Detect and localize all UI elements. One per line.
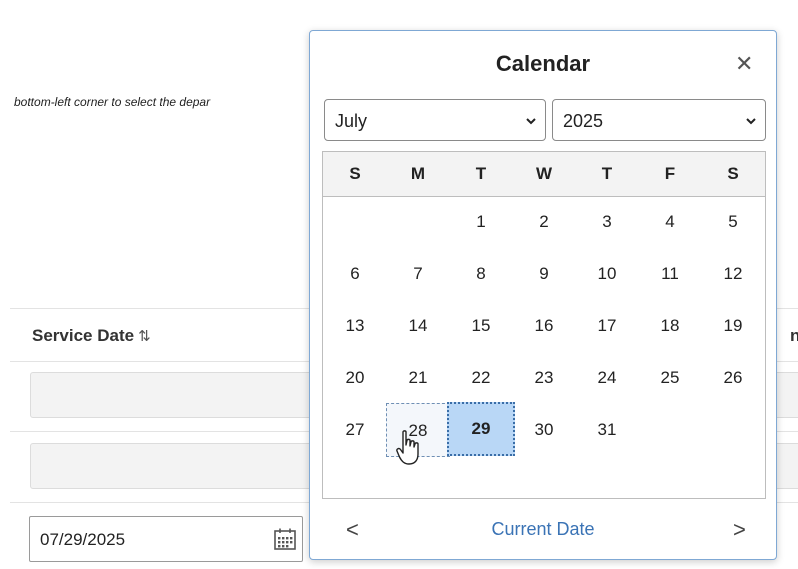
calendar-day[interactable]: 24 [575,358,639,398]
calendar-day[interactable]: 18 [638,306,702,346]
calendar-day[interactable]: 8 [449,254,513,294]
month-select-value: July [335,111,368,131]
calendar-day[interactable]: 23 [512,358,576,398]
calendar-day[interactable]: 6 [323,254,387,294]
calendar-day[interactable]: 17 [575,306,639,346]
calendar-day-selected[interactable]: 29 [447,402,515,456]
calendar-day[interactable]: 25 [638,358,702,398]
calendar-day[interactable]: 11 [638,254,702,294]
weekday-label: M [410,164,426,183]
instruction-text: bottom-left corner to select the depar [14,95,211,109]
calendar-day[interactable]: 14 [386,306,450,346]
calendar-day[interactable]: 26 [701,358,765,398]
column-header-service-date[interactable]: Service Date ⇅ [32,326,151,346]
weekday-label: S [349,164,361,183]
chevron-down-icon [526,118,536,125]
month-select[interactable]: July [324,99,546,141]
calendar-day[interactable]: 13 [323,306,387,346]
calendar-day[interactable]: 3 [575,202,639,242]
calendar-day[interactable]: 1 [449,202,513,242]
column-header-next: ne [790,326,798,345]
calendar-popup: Calendar ✕ July 2025 S M T W T F S 12345… [309,30,777,560]
next-month-button[interactable]: > [733,517,746,543]
chevron-down-icon [746,118,756,125]
year-select[interactable]: 2025 [552,99,766,141]
calendar-day[interactable]: 10 [575,254,639,294]
calendar-day[interactable]: 16 [512,306,576,346]
calendar-icon[interactable] [273,527,297,551]
calendar-day[interactable]: 30 [512,410,576,450]
service-date-input[interactable] [38,529,242,551]
calendar-grid: S M T W T F S 1 2 3 4 5 6 7 8 9 10 11 12 13 14 15 16 17 1… [322,151,766,499]
calendar-day[interactable]: 2 [512,202,576,242]
calendar-day[interactable]: 27 [323,410,387,450]
weekday-label: F [664,164,676,183]
calendar-day[interactable]: 12 [701,254,765,294]
weekday-label: W [535,164,553,183]
calendar-day[interactable]: 4 [638,202,702,242]
calendar-day[interactable]: 19 [701,306,765,346]
weekday-header-row: S M T W T F S [323,152,765,197]
hand-pointer-cursor-icon [396,430,419,465]
close-icon[interactable]: ✕ [735,51,753,77]
calendar-day[interactable]: 15 [449,306,513,346]
calendar-day[interactable]: 7 [386,254,450,294]
calendar-day[interactable]: 22 [449,358,513,398]
calendar-day[interactable]: 20 [323,358,387,398]
calendar-day[interactable]: 21 [386,358,450,398]
service-date-field[interactable] [29,516,303,562]
calendar-title: Calendar [495,51,591,76]
calendar-day[interactable]: 9 [512,254,576,294]
column-header-label: Service Date [32,326,135,345]
calendar-day[interactable]: 31 [575,410,639,450]
weekday-label: S [727,164,739,183]
current-date-link[interactable]: Current Date [310,519,776,540]
year-select-value: 2025 [563,111,604,131]
weekday-label: T [601,164,613,183]
calendar-day[interactable]: 5 [701,202,765,242]
weekday-label: T [475,164,487,183]
sort-icon[interactable]: ⇅ [138,328,151,345]
